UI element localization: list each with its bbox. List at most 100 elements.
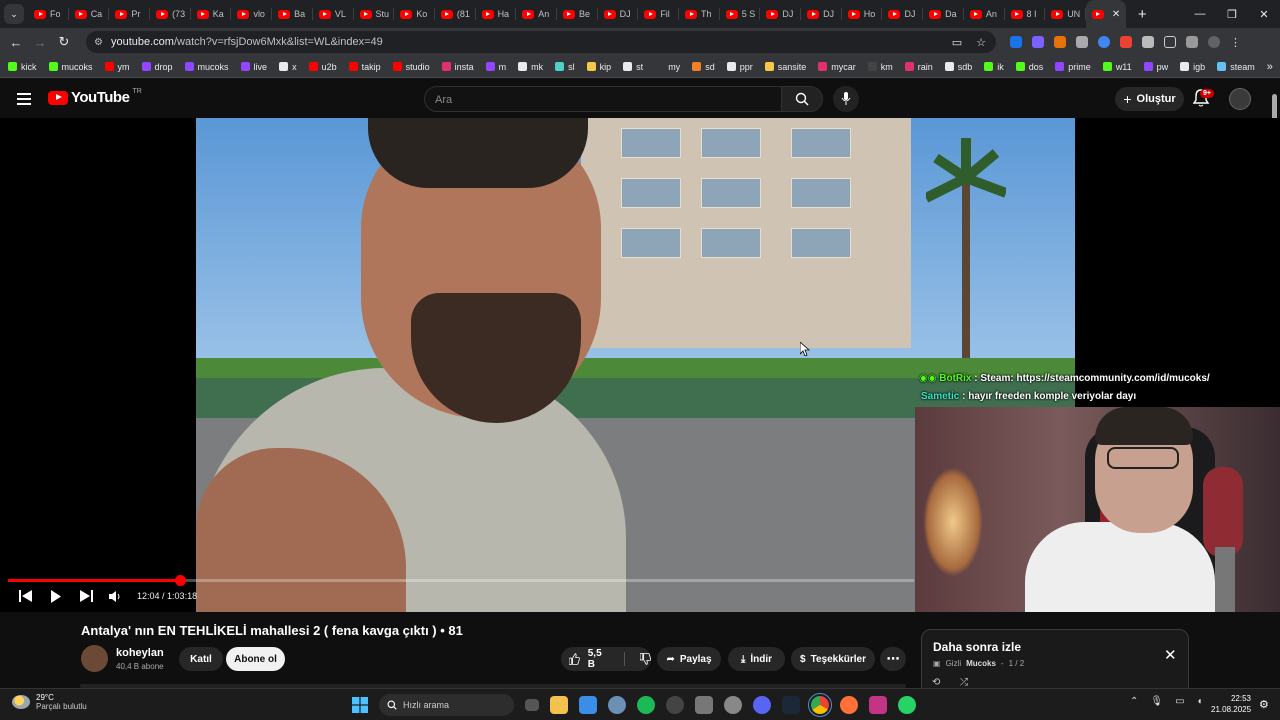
browser-tab[interactable]: 8 I: [1005, 0, 1046, 28]
browser-tab[interactable]: vlo: [231, 0, 272, 28]
restore-icon[interactable]: ❐: [1216, 8, 1248, 21]
share-button[interactable]: ➦ Paylaş: [657, 647, 721, 671]
close-tab-icon[interactable]: ✕: [1112, 9, 1120, 20]
bookmark-item[interactable]: prime: [1055, 62, 1091, 72]
extension-icon[interactable]: [1010, 36, 1022, 48]
close-playlist-icon[interactable]: ✕: [1164, 646, 1177, 664]
firefox-icon[interactable]: [840, 696, 858, 714]
bookmark-item[interactable]: sl: [555, 62, 575, 72]
bookmark-star-icon[interactable]: ☆: [976, 36, 986, 49]
app-icon[interactable]: [724, 696, 742, 714]
search-input[interactable]: Ara: [424, 86, 782, 112]
browser-tab[interactable]: Pr: [109, 0, 150, 28]
bookmark-item[interactable]: live: [240, 62, 267, 72]
browser-tab[interactable]: An: [964, 0, 1005, 28]
bookmark-item[interactable]: kip: [586, 62, 611, 72]
playlist-owner[interactable]: Mucoks: [966, 659, 996, 668]
extension-icon[interactable]: [1142, 36, 1154, 48]
bookmark-item[interactable]: studio: [392, 62, 430, 72]
discord-icon[interactable]: [753, 696, 771, 714]
site-info-icon[interactable]: ⚙: [94, 37, 103, 48]
minimize-icon[interactable]: —: [1184, 8, 1216, 21]
loop-icon[interactable]: ⟲: [932, 677, 940, 688]
download-button[interactable]: ⤓ İndir: [728, 647, 785, 671]
extensions-puzzle-icon[interactable]: [1164, 36, 1176, 48]
more-bookmarks-icon[interactable]: »: [1267, 61, 1273, 73]
bookmark-item[interactable]: rain: [904, 62, 933, 72]
network-icon[interactable]: ▭: [1175, 696, 1184, 707]
windows-start-icon[interactable]: [352, 697, 368, 713]
bookmark-item[interactable]: sansite: [764, 62, 806, 72]
bookmark-item[interactable]: my: [655, 62, 680, 72]
browser-tab[interactable]: Ca: [69, 0, 110, 28]
next-icon[interactable]: [79, 590, 93, 602]
steam-icon[interactable]: [782, 696, 800, 714]
browser-tab[interactable]: Da: [923, 0, 964, 28]
bookmark-item[interactable]: km: [867, 62, 893, 72]
tab-search-button[interactable]: ⌄: [4, 4, 24, 24]
new-tab-button[interactable]: +: [1138, 6, 1147, 23]
browser-tab[interactable]: Ba: [272, 0, 313, 28]
previous-icon[interactable]: [19, 590, 33, 602]
browser-tab[interactable]: Fil: [638, 0, 679, 28]
weather-widget[interactable]: 29°C Parçalı bulutlu: [12, 693, 87, 711]
bookmark-item[interactable]: m: [485, 62, 506, 72]
browser-tab[interactable]: VL: [313, 0, 354, 28]
playlist-title[interactable]: Daha sonra izle: [933, 640, 1177, 654]
speaker-icon[interactable]: ◖: [1197, 696, 1203, 707]
bookmark-item[interactable]: mk: [518, 62, 543, 72]
system-clock[interactable]: 22:53 21.08.2025: [1211, 693, 1251, 715]
instagram-icon[interactable]: [869, 696, 887, 714]
browser-tab[interactable]: UN: [1045, 0, 1086, 28]
create-button[interactable]: + Oluştur: [1115, 87, 1184, 111]
store-icon[interactable]: [579, 696, 597, 714]
extension-icon[interactable]: [1120, 36, 1132, 48]
back-button[interactable]: ←: [4, 35, 28, 50]
taskbar-search-input[interactable]: Hızlı arama: [379, 694, 514, 716]
youtube-logo[interactable]: YouTube TR: [48, 88, 142, 106]
more-actions-button[interactable]: ⋯: [880, 647, 906, 671]
chrome-icon[interactable]: [808, 693, 832, 717]
bookmark-item[interactable]: u2b: [308, 62, 337, 72]
bookmark-item[interactable]: sd: [692, 62, 715, 72]
browser-tab[interactable]: DJ: [801, 0, 842, 28]
close-window-icon[interactable]: ✕: [1248, 8, 1280, 21]
voice-search-button[interactable]: [833, 86, 859, 112]
search-button[interactable]: [781, 86, 823, 112]
subscribe-button[interactable]: Abone ol: [226, 647, 285, 671]
menu-icon[interactable]: [17, 93, 31, 108]
channel-avatar[interactable]: [81, 645, 108, 672]
bookmark-item[interactable]: sdb: [944, 62, 972, 72]
bookmark-item[interactable]: mucoks: [184, 62, 229, 72]
bookmark-item[interactable]: drop: [141, 62, 173, 72]
extension-icon[interactable]: [1032, 36, 1044, 48]
browser-tab[interactable]: DJ: [598, 0, 639, 28]
bookmark-item[interactable]: mucoks: [48, 62, 93, 72]
bookmark-item[interactable]: igb: [1180, 62, 1205, 72]
bookmark-item[interactable]: pw: [1143, 62, 1168, 72]
notification-center-icon[interactable]: ⚙: [1259, 698, 1269, 711]
microphone-icon[interactable]: 🎙: [1150, 696, 1163, 707]
profile-avatar[interactable]: [1208, 36, 1220, 48]
bookmark-item[interactable]: ppr: [726, 62, 753, 72]
bookmark-item[interactable]: steam: [1217, 62, 1255, 72]
bookmark-item[interactable]: insta: [441, 62, 474, 72]
tab-active[interactable]: ✕: [1085, 0, 1126, 28]
bookmark-item[interactable]: ym: [104, 62, 130, 72]
browser-tab[interactable]: Ho: [842, 0, 883, 28]
browser-tab[interactable]: DJ: [882, 0, 923, 28]
browser-tab[interactable]: An: [516, 0, 557, 28]
reading-list-icon[interactable]: [1186, 36, 1198, 48]
bookmark-item[interactable]: kick: [8, 62, 37, 72]
bookmark-item[interactable]: dos: [1015, 62, 1043, 72]
reload-button[interactable]: ↻: [52, 34, 76, 50]
extension-icon[interactable]: [1054, 36, 1066, 48]
bookmark-item[interactable]: ik: [984, 62, 1004, 72]
forward-button[interactable]: →: [28, 35, 52, 50]
bookmark-item[interactable]: w11: [1102, 62, 1132, 72]
account-avatar[interactable]: [1229, 88, 1251, 110]
browser-tab[interactable]: Stu: [354, 0, 395, 28]
tray-overflow-icon[interactable]: ⌃: [1130, 696, 1138, 707]
browser-tab[interactable]: 5 S: [720, 0, 761, 28]
bookmark-item[interactable]: x: [279, 62, 297, 72]
